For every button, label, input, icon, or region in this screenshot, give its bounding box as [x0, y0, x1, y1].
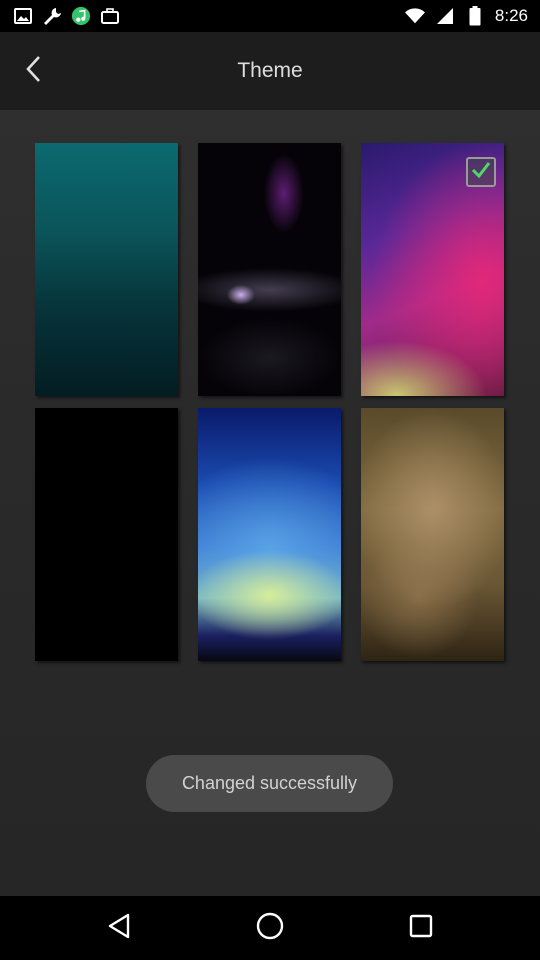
back-triangle-icon: [104, 911, 134, 946]
wrench-icon: [42, 6, 62, 26]
app-header: Theme: [0, 32, 540, 111]
nav-home-button[interactable]: [252, 910, 288, 946]
theme-tile-brown-texture[interactable]: [361, 408, 504, 661]
toast-message: Changed successfully: [146, 755, 393, 812]
home-circle-icon: [254, 910, 286, 947]
battery-icon: [465, 6, 485, 26]
nav-back-button[interactable]: [101, 910, 137, 946]
signal-icon: [435, 6, 455, 26]
theme-grid: Changed successfully: [0, 110, 540, 896]
clock: 8:26: [494, 6, 528, 25]
checkmark-icon: [471, 161, 491, 184]
selected-checkbox: [466, 157, 496, 187]
chevron-left-icon: [24, 54, 42, 89]
notification-icons: [0, 6, 120, 26]
system-indicators: 8:26: [404, 0, 528, 32]
navigation-bar: [0, 896, 540, 960]
nav-recents-button[interactable]: [403, 910, 439, 946]
status-bar: 8:26: [0, 0, 540, 32]
image-icon: [13, 6, 33, 26]
back-button[interactable]: [14, 52, 52, 90]
wifi-icon: [404, 6, 425, 26]
music-icon: [71, 6, 91, 26]
theme-tile-teal[interactable]: [35, 143, 178, 396]
briefcase-icon: [100, 6, 120, 26]
theme-tile-black[interactable]: [35, 408, 178, 661]
recent-square-icon: [407, 912, 435, 945]
theme-tile-dark-purple-smoke[interactable]: [198, 143, 341, 396]
theme-tile-aurora-blue[interactable]: [198, 408, 341, 661]
page-title: Theme: [237, 59, 303, 82]
theme-tile-purple-pink[interactable]: [361, 143, 504, 396]
